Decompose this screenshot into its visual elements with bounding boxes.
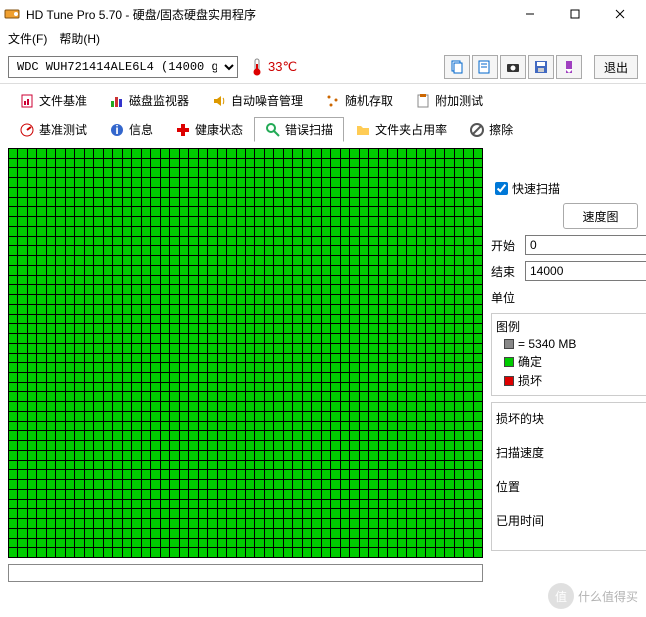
side-panel: 开始 快速扫描 速度图 开始 ▲▼ 结束 ▲▼ 单位 gB 图例 = 5340 … — [491, 148, 646, 582]
end-label: 结束 — [491, 263, 521, 280]
tab-erase[interactable]: 擦除 — [458, 117, 524, 142]
legend-ok: 确定 — [504, 353, 646, 370]
tab-benchmark[interactable]: 基准测试 — [8, 117, 98, 142]
speed-label: 扫描速度 — [496, 444, 646, 461]
tab-disk-monitor[interactable]: 磁盘监视器 — [98, 88, 200, 113]
tabs-row2: 基准测试 i信息 健康状态 错误扫描 文件夹占用率 擦除 — [0, 113, 646, 142]
save-button[interactable] — [528, 55, 554, 79]
copy-text-button[interactable] — [472, 55, 498, 79]
progress-bar — [8, 564, 483, 582]
tab-info[interactable]: i信息 — [98, 117, 164, 142]
health-icon — [175, 122, 191, 138]
options-button[interactable] — [556, 55, 582, 79]
legend-block: = 5340 MB — [504, 337, 646, 351]
file-icon — [19, 93, 35, 109]
speed-value: n/a — [496, 461, 646, 475]
info-icon: i — [109, 122, 125, 138]
unit-label: 单位 — [491, 289, 521, 306]
end-input[interactable] — [525, 261, 646, 281]
legend-title: 图例 — [496, 318, 646, 335]
gauge-icon — [19, 122, 35, 138]
tool-icons — [444, 55, 582, 79]
app-icon — [4, 6, 20, 22]
window-title: HD Tune Pro 5.70 - 硬盘/固态硬盘实用程序 — [26, 6, 507, 23]
quick-scan-checkbox[interactable]: 快速扫描 — [495, 180, 646, 197]
clipboard-icon — [415, 93, 431, 109]
grid-area — [8, 148, 483, 582]
minimize-button[interactable] — [507, 0, 552, 28]
exit-button[interactable]: 退出 — [594, 55, 638, 79]
close-button[interactable] — [597, 0, 642, 28]
magnifier-icon — [265, 122, 281, 138]
watermark-text: 什么值得买 — [578, 588, 638, 605]
elapsed-label: 已用时间 — [496, 512, 646, 529]
menu-file[interactable]: 文件(F) — [8, 30, 47, 47]
random-icon — [325, 93, 341, 109]
start-label: 开始 — [491, 237, 521, 254]
unit-row: 单位 gB — [491, 287, 646, 307]
start-input[interactable] — [525, 235, 646, 255]
speaker-icon — [211, 93, 227, 109]
copy-info-button[interactable] — [444, 55, 470, 79]
drive-select[interactable]: WDC WUH721414ALE6L4 (14000 gB) — [8, 56, 238, 78]
tab-error-scan[interactable]: 错误扫描 — [254, 117, 344, 142]
position-value: 14000 gB — [496, 495, 646, 509]
tabs-row1: 文件基准 磁盘监视器 自动噪音管理 随机存取 附加测试 — [0, 84, 646, 113]
menubar: 文件(F) 帮助(H) — [0, 28, 646, 51]
position-label: 位置 — [496, 478, 646, 495]
speed-map-button[interactable]: 速度图 — [563, 203, 637, 229]
titlebar: HD Tune Pro 5.70 - 硬盘/固态硬盘实用程序 — [0, 0, 646, 28]
end-row: 结束 ▲▼ — [491, 261, 646, 281]
legend-damaged: 损坏 — [504, 372, 646, 389]
tab-file-benchmark[interactable]: 文件基准 — [8, 88, 98, 113]
content: 开始 快速扫描 速度图 开始 ▲▼ 结束 ▲▼ 单位 gB 图例 = 5340 … — [0, 142, 646, 588]
tab-folder-usage[interactable]: 文件夹占用率 — [344, 117, 458, 142]
legend: 图例 = 5340 MB 确定 损坏 — [491, 313, 646, 396]
erase-icon — [469, 122, 485, 138]
toolbar: WDC WUH721414ALE6L4 (14000 gB) 33℃ 退出 — [0, 51, 646, 84]
scan-grid — [8, 148, 483, 558]
monitor-icon — [109, 93, 125, 109]
stats: 损坏的块0.0 % 扫描速度n/a 位置14000 gB 已用时间3:32 — [491, 402, 646, 551]
tab-random-access[interactable]: 随机存取 — [314, 88, 404, 113]
menu-help[interactable]: 帮助(H) — [59, 30, 100, 47]
tab-health[interactable]: 健康状态 — [164, 117, 254, 142]
screenshot-button[interactable] — [500, 55, 526, 79]
tab-extra-tests[interactable]: 附加测试 — [404, 88, 494, 113]
folder-icon — [355, 122, 371, 138]
window-controls — [507, 0, 642, 28]
damaged-label: 损坏的块 — [496, 410, 646, 427]
temperature: 33℃ — [250, 58, 297, 76]
watermark: 值 什么值得买 — [548, 583, 638, 609]
tab-aam[interactable]: 自动噪音管理 — [200, 88, 314, 113]
thermometer-icon — [250, 58, 264, 76]
start-row: 开始 ▲▼ — [491, 235, 646, 255]
svg-text:i: i — [115, 123, 118, 137]
temperature-value: 33℃ — [268, 59, 297, 75]
watermark-icon: 值 — [548, 583, 574, 609]
maximize-button[interactable] — [552, 0, 597, 28]
damaged-value: 0.0 % — [496, 427, 646, 441]
elapsed-value: 3:32 — [496, 529, 646, 543]
